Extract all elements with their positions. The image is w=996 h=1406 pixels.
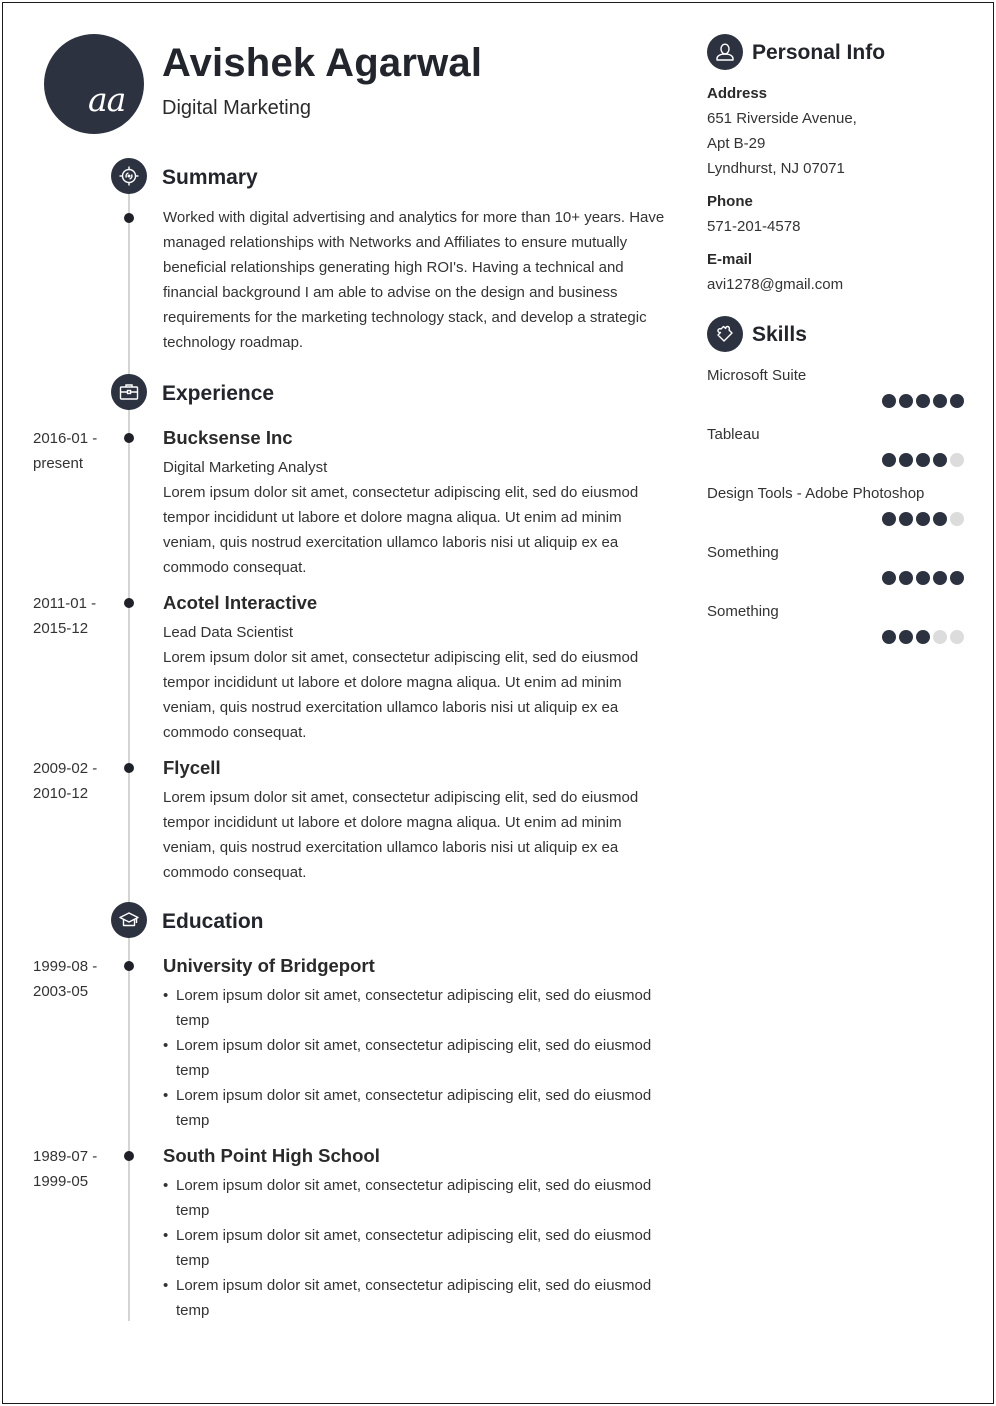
skill-rating	[882, 630, 964, 644]
rating-dot-filled	[933, 453, 947, 467]
education-date: 1999-08 - 2003-05	[33, 954, 113, 1004]
skill-rating	[882, 394, 964, 408]
experience-date: 2011-01 - 2015-12	[33, 591, 113, 641]
timeline-dot	[124, 433, 134, 443]
rating-dot-filled	[916, 394, 930, 408]
experience-date: 2016-01 - present	[33, 426, 113, 476]
date-end: 2003-05	[33, 983, 89, 1000]
date-start: 1999-08 -	[33, 958, 98, 975]
user-icon	[707, 34, 743, 70]
skill-name: Something	[707, 603, 779, 620]
rating-dot-filled	[899, 453, 913, 467]
timeline-dot	[124, 763, 134, 773]
experience-company: Bucksense Inc	[163, 427, 293, 448]
experience-title: Experience	[162, 382, 275, 405]
education-bullet: Lorem ipsum dolor sit amet, consectetur …	[163, 1223, 663, 1273]
rating-dot-empty	[933, 630, 947, 644]
rating-dot-filled	[882, 571, 896, 585]
education-school: South Point High School	[163, 1145, 380, 1166]
education-bullets: Lorem ipsum dolor sit amet, consectetur …	[163, 983, 663, 1133]
experience-description: Lorem ipsum dolor sit amet, consectetur …	[163, 649, 639, 741]
rating-dot-filled	[882, 394, 896, 408]
rating-dot-filled	[899, 512, 913, 526]
rating-dot-filled	[916, 512, 930, 526]
avatar-initials: aa	[88, 80, 126, 119]
experience-company: Flycell	[163, 757, 221, 778]
summary-text: Worked with digital advertising and anal…	[163, 209, 665, 351]
rating-dot-filled	[916, 630, 930, 644]
rating-dot-filled	[916, 571, 930, 585]
date-end: 2015-12	[33, 620, 89, 637]
personal-info-title: Personal Info	[752, 41, 886, 64]
skill-name: Something	[707, 544, 779, 561]
rating-dot-filled	[916, 453, 930, 467]
rating-dot-filled	[933, 394, 947, 408]
avatar: aa	[44, 34, 144, 134]
date-end: 1999-05	[33, 1173, 89, 1190]
phone-label: Phone	[707, 193, 753, 210]
education-bullet: Lorem ipsum dolor sit amet, consectetur …	[163, 1083, 663, 1133]
timeline-dot	[124, 213, 134, 223]
education-bullet: Lorem ipsum dolor sit amet, consectetur …	[163, 983, 663, 1033]
education-bullet: Lorem ipsum dolor sit amet, consectetur …	[163, 1273, 663, 1323]
rating-dot-empty	[950, 512, 964, 526]
rating-dot-filled	[899, 394, 913, 408]
rating-dot-empty	[950, 453, 964, 467]
date-start: 2016-01 -	[33, 430, 98, 447]
experience-position: Digital Marketing Analyst	[163, 459, 328, 476]
summary-title: Summary	[162, 166, 258, 189]
skill-name: Tableau	[707, 426, 760, 443]
rating-dot-filled	[882, 630, 896, 644]
rating-dot-filled	[899, 571, 913, 585]
education-bullet: Lorem ipsum dolor sit amet, consectetur …	[163, 1173, 663, 1223]
education-bullets: Lorem ipsum dolor sit amet, consectetur …	[163, 1173, 663, 1323]
skill-name: Design Tools - Adobe Photoshop	[707, 485, 925, 502]
puzzle-icon	[707, 316, 743, 352]
date-end: present	[33, 455, 84, 472]
experience-position: Lead Data Scientist	[163, 624, 294, 641]
date-start: 2009-02 -	[33, 760, 98, 777]
education-school: University of Bridgeport	[163, 955, 375, 976]
skills-title: Skills	[752, 323, 807, 346]
rating-dot-filled	[950, 571, 964, 585]
experience-company: Acotel Interactive	[163, 592, 318, 613]
candidate-role: Digital Marketing	[162, 97, 311, 119]
education-title: Education	[162, 910, 264, 933]
rating-dot-filled	[882, 512, 896, 526]
skill-rating	[882, 453, 964, 467]
experience-date: 2009-02 - 2010-12	[33, 756, 113, 806]
briefcase-icon	[111, 374, 147, 410]
graduation-cap-icon	[111, 902, 147, 938]
skill-rating	[882, 571, 964, 585]
address-label: Address	[707, 85, 768, 102]
date-start: 2011-01 -	[33, 595, 97, 612]
date-end: 2010-12	[33, 785, 89, 802]
timeline-dot	[124, 961, 134, 971]
address-value: 651 Riverside Avenue, Apt B-29 Lyndhurst…	[707, 106, 857, 181]
timeline-dot	[124, 1151, 134, 1161]
email-label: E-mail	[707, 251, 753, 268]
timeline-dot	[124, 598, 134, 608]
target-icon	[111, 158, 147, 194]
education-bullet: Lorem ipsum dolor sit amet, consectetur …	[163, 1033, 663, 1083]
email-value: avi1278@gmail.com	[707, 276, 844, 293]
rating-dot-filled	[950, 394, 964, 408]
education-date: 1989-07 - 1999-05	[33, 1144, 113, 1194]
candidate-name: Avishek Agarwal	[162, 41, 483, 85]
experience-description: Lorem ipsum dolor sit amet, consectetur …	[163, 789, 639, 881]
address-line: 651 Riverside Avenue,	[707, 110, 857, 127]
skill-name: Microsoft Suite	[707, 367, 807, 384]
skill-rating	[882, 512, 964, 526]
rating-dot-filled	[933, 571, 947, 585]
rating-dot-filled	[882, 453, 896, 467]
date-start: 1989-07 -	[33, 1148, 98, 1165]
rating-dot-filled	[899, 630, 913, 644]
address-line: Apt B-29	[707, 135, 766, 152]
experience-description: Lorem ipsum dolor sit amet, consectetur …	[163, 484, 639, 576]
address-line: Lyndhurst, NJ 07071	[707, 160, 845, 177]
rating-dot-empty	[950, 630, 964, 644]
phone-value: 571-201-4578	[707, 218, 801, 235]
resume-page: aa Avishek Agarwal Digital Marketing Sum…	[2, 2, 994, 1404]
rating-dot-filled	[933, 512, 947, 526]
